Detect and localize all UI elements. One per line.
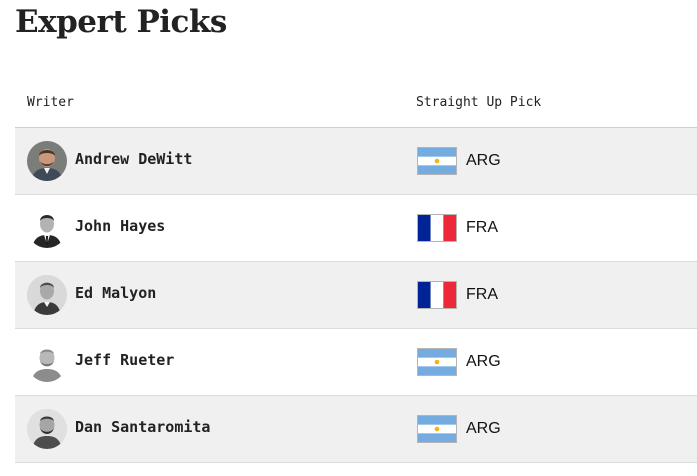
argentina-flag-icon (417, 415, 457, 443)
avatar (27, 409, 67, 449)
avatar (27, 342, 67, 382)
avatar (27, 208, 67, 248)
table-row: Ed Malyon FRA (15, 262, 697, 329)
writer-name: Ed Malyon (75, 284, 157, 302)
table-row: Jeff Rueter ARG (15, 329, 697, 396)
expert-picks-table: Writer Straight Up Pick Andrew DeWitt AR… (15, 84, 697, 463)
pick-code: FRA (466, 286, 498, 303)
argentina-flag-icon (417, 348, 457, 376)
pick-code: ARG (466, 420, 501, 437)
pick-code: ARG (466, 353, 501, 370)
writer-name: Dan Santaromita (75, 418, 211, 436)
argentina-flag-icon (417, 147, 457, 175)
writer-name: Andrew DeWitt (75, 150, 193, 168)
pick-code: ARG (466, 152, 501, 169)
table-row: Dan Santaromita ARG (15, 396, 697, 463)
table-row: John Hayes FRA (15, 195, 697, 262)
france-flag-icon (417, 281, 457, 309)
table-header: Writer Straight Up Pick (15, 84, 697, 128)
avatar (27, 275, 67, 315)
avatar (27, 141, 67, 181)
column-header-pick: Straight Up Pick (416, 95, 542, 110)
france-flag-icon (417, 214, 457, 242)
writer-name: John Hayes (75, 217, 166, 235)
column-header-writer: Writer (27, 95, 74, 110)
pick-code: FRA (466, 219, 498, 236)
page-title: Expert Picks (15, 4, 227, 40)
table-row: Andrew DeWitt ARG (15, 128, 697, 195)
writer-name: Jeff Rueter (75, 351, 175, 369)
